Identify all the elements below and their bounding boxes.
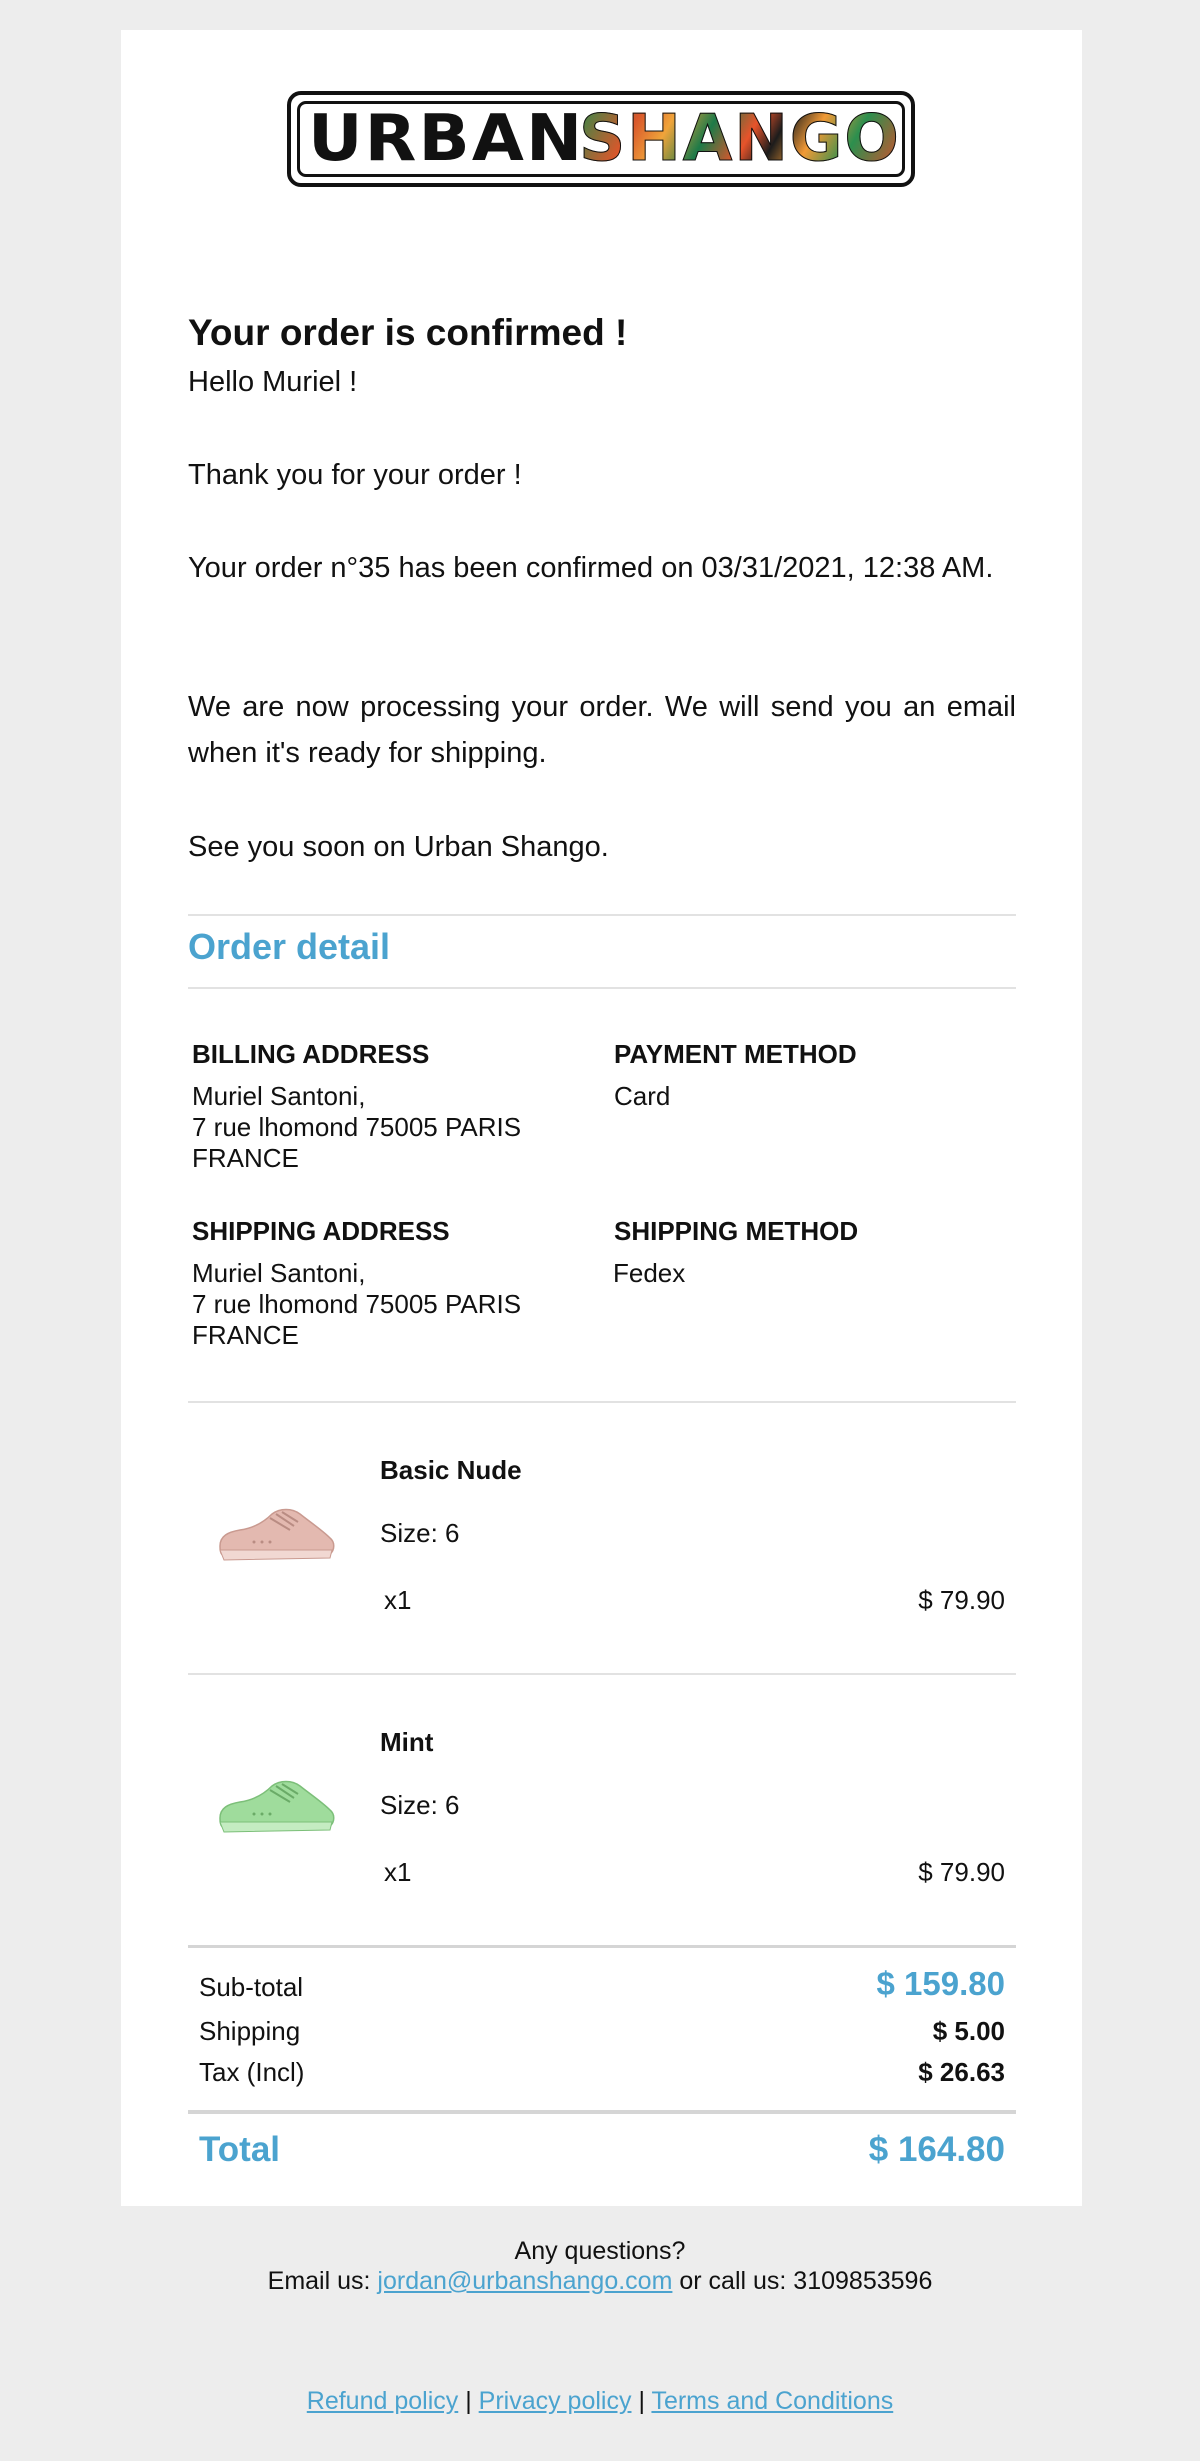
shipping-name: Muriel Santoni, [192,1258,366,1288]
payment-method-value: Card [614,1081,671,1111]
billing-country: FRANCE [192,1143,299,1173]
shipping-value: $ 5.00 [932,2016,1005,2046]
subtotal-value: $ 159.80 [876,1965,1005,2002]
subtotal-label: Sub-total [199,1972,304,2002]
payment-method-label: PAYMENT METHOD [614,1039,857,1069]
tax-value: $ 26.63 [918,2057,1005,2087]
thanks-text: Thank you for your order ! [188,459,522,491]
separator: | [638,2387,645,2415]
terms-link[interactable]: Terms and Conditions [651,2387,893,2415]
shipping-method-value: Fedex [613,1258,686,1288]
order-detail-title: Order detail [188,926,391,967]
divider [188,987,1016,989]
email-link[interactable]: jordan@urbanshango.com [377,2267,672,2295]
shipping-street: 7 rue lhomond 75005 PARIS [192,1289,522,1319]
shipping-method-label: SHIPPING METHOD [614,1216,859,1246]
logo-text-urban: URBAN [308,102,585,176]
processing-text: We are now processing your order. We wil… [188,691,1016,769]
call-text: or call us: 3109853596 [679,2267,933,2295]
divider [188,1401,1016,1403]
item-quantity: x1 [384,1585,412,1615]
shipping-label: Shipping [199,2016,301,2046]
divider [188,1673,1016,1675]
privacy-policy-link[interactable]: Privacy policy [479,2387,632,2415]
footer-questions: Any questions? [514,2237,686,2265]
tax-label: Tax (Incl) [199,2057,305,2087]
divider [188,1945,1016,1948]
shipping-address-label: SHIPPING ADDRESS [192,1216,450,1246]
item-name: Basic Nude [380,1455,522,1485]
see-you-text: See you soon on Urban Shango. [188,831,609,863]
total-value: $ 164.80 [868,2130,1005,2169]
billing-street: 7 rue lhomond 75005 PARIS [192,1112,522,1142]
item-name: Mint [380,1727,434,1757]
page-title: Your order is confirmed ! [188,312,628,353]
refund-policy-link[interactable]: Refund policy [307,2387,458,2415]
divider [188,914,1016,916]
divider [188,2110,1016,2114]
greeting-text: Hello Muriel ! [188,366,358,398]
billing-address-label: BILLING ADDRESS [192,1039,430,1069]
confirmation-text: Your order n°35 has been confirmed on 03… [188,552,994,584]
total-label: Total [199,2130,281,2169]
email-prefix: Email us: [267,2267,371,2295]
shoe-thumbnail-basic-nude [219,1508,335,1561]
item-price: $ 79.90 [918,1857,1005,1887]
separator: | [465,2387,472,2415]
billing-name: Muriel Santoni, [192,1081,366,1111]
item-size: Size: 6 [380,1518,460,1548]
shipping-country: FRANCE [192,1320,299,1350]
item-price: $ 79.90 [918,1585,1005,1615]
footer-links: Refund policy | Privacy policy | Terms a… [0,2387,1200,2416]
shoe-thumbnail-mint [219,1780,335,1833]
logo-text-shango: SHANGO [579,102,901,176]
item-quantity: x1 [384,1857,412,1887]
footer-contact: Email us: jordan@urbanshango.com or call… [0,2267,1200,2296]
brand-logo: URBAN SHANGO [287,91,915,187]
item-size: Size: 6 [380,1790,460,1820]
